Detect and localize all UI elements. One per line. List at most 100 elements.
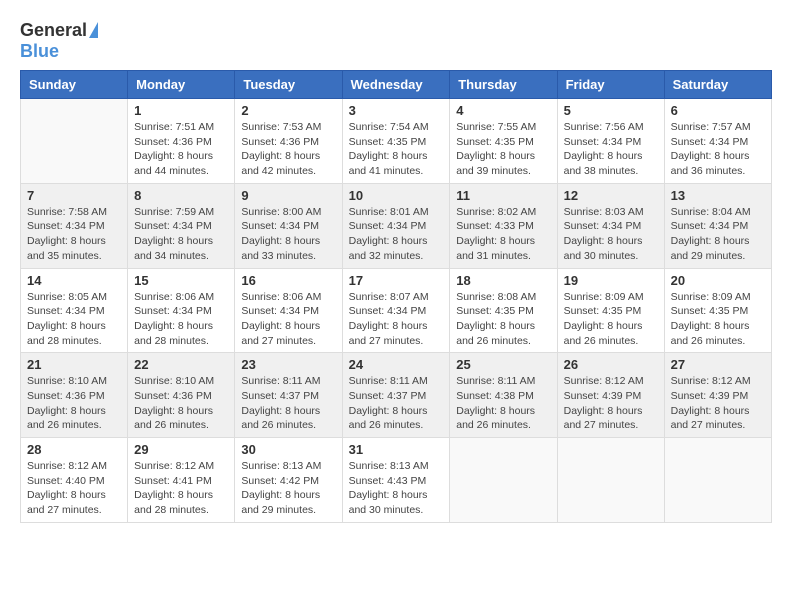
day-number: 14 [27, 273, 121, 288]
day-number: 23 [241, 357, 335, 372]
calendar-day: 15Sunrise: 8:06 AMSunset: 4:34 PMDayligh… [128, 268, 235, 353]
column-header-sunday: Sunday [21, 71, 128, 99]
calendar-day [21, 99, 128, 184]
day-info: Sunrise: 8:03 AMSunset: 4:34 PMDaylight:… [564, 205, 658, 264]
day-info: Sunrise: 7:55 AMSunset: 4:35 PMDaylight:… [456, 120, 550, 179]
header: General Blue [20, 20, 772, 62]
calendar-table: SundayMondayTuesdayWednesdayThursdayFrid… [20, 70, 772, 523]
day-number: 19 [564, 273, 658, 288]
calendar-day: 25 Sunrise: 8:11 AMSunset: 4:38 PMDayligh… [450, 353, 557, 438]
day-number: 5 [564, 103, 658, 118]
calendar-day: 22 Sunrise: 8:10 AMSunset: 4:36 PMDayligh… [128, 353, 235, 438]
day-number: 9 [241, 188, 335, 203]
calendar-day: 24 Sunrise: 8:11 AMSunset: 4:37 PMDayligh… [342, 353, 450, 438]
column-header-friday: Friday [557, 71, 664, 99]
calendar-day: 3 Sunrise: 7:54 AMSunset: 4:35 PMDaylight… [342, 99, 450, 184]
day-info: Sunrise: 7:59 AMSunset: 4:34 PMDaylight:… [134, 205, 228, 264]
day-number: 3 [349, 103, 444, 118]
logo-blue-text: Blue [20, 41, 59, 62]
calendar-day: 19Sunrise: 8:09 AMSunset: 4:35 PMDayligh… [557, 268, 664, 353]
calendar-day: 7Sunrise: 7:58 AMSunset: 4:34 PMDaylight… [21, 183, 128, 268]
calendar-week-1: 1 Sunrise: 7:51 AMSunset: 4:36 PMDaylight… [21, 99, 772, 184]
day-number: 17 [349, 273, 444, 288]
day-number: 12 [564, 188, 658, 203]
calendar-day: 14 Sunrise: 8:05 AMSunset: 4:34 PMDayligh… [21, 268, 128, 353]
calendar-week-5: 28 Sunrise: 8:12 AMSunset: 4:40 PMDayligh… [21, 438, 772, 523]
calendar-day: 23 Sunrise: 8:11 AMSunset: 4:37 PMDayligh… [235, 353, 342, 438]
calendar-day: 2 Sunrise: 7:53 AMSunset: 4:36 PMDaylight… [235, 99, 342, 184]
day-number: 21 [27, 357, 121, 372]
day-number: 10 [349, 188, 444, 203]
day-number: 18 [456, 273, 550, 288]
day-number: 6 [671, 103, 765, 118]
day-number: 2 [241, 103, 335, 118]
day-info: Sunrise: 8:00 AMSunset: 4:34 PMDaylight:… [241, 205, 335, 264]
calendar-day: 28 Sunrise: 8:12 AMSunset: 4:40 PMDayligh… [21, 438, 128, 523]
day-number: 13 [671, 188, 765, 203]
day-number: 11 [456, 188, 550, 203]
day-info: Sunrise: 8:13 AMSunset: 4:42 PMDaylight:… [241, 459, 335, 518]
day-info: Sunrise: 8:11 AMSunset: 4:37 PMDaylight:… [241, 374, 335, 433]
logo: General Blue [20, 20, 98, 62]
day-info: Sunrise: 8:10 AMSunset: 4:36 PMDaylight:… [134, 374, 228, 433]
day-info: Sunrise: 8:06 AMSunset: 4:34 PMDaylight:… [241, 290, 335, 349]
column-header-tuesday: Tuesday [235, 71, 342, 99]
day-info: Sunrise: 7:53 AMSunset: 4:36 PMDaylight:… [241, 120, 335, 179]
calendar-day: 10 Sunrise: 8:01 AMSunset: 4:34 PMDayligh… [342, 183, 450, 268]
day-info: Sunrise: 8:05 AMSunset: 4:34 PMDaylight:… [27, 290, 121, 349]
calendar-day: 31Sunrise: 8:13 AMSunset: 4:43 PMDayligh… [342, 438, 450, 523]
column-header-wednesday: Wednesday [342, 71, 450, 99]
day-number: 1 [134, 103, 228, 118]
day-number: 4 [456, 103, 550, 118]
calendar-day: 30 Sunrise: 8:13 AMSunset: 4:42 PMDayligh… [235, 438, 342, 523]
calendar-day: 5 Sunrise: 7:56 AMSunset: 4:34 PMDaylight… [557, 99, 664, 184]
day-number: 24 [349, 357, 444, 372]
calendar-week-3: 14 Sunrise: 8:05 AMSunset: 4:34 PMDayligh… [21, 268, 772, 353]
calendar-day: 18 Sunrise: 8:08 AMSunset: 4:35 PMDayligh… [450, 268, 557, 353]
calendar-day: 12 Sunrise: 8:03 AMSunset: 4:34 PMDayligh… [557, 183, 664, 268]
calendar-day: 9 Sunrise: 8:00 AMSunset: 4:34 PMDaylight… [235, 183, 342, 268]
day-info: Sunrise: 7:57 AMSunset: 4:34 PMDaylight:… [671, 120, 765, 179]
day-number: 25 [456, 357, 550, 372]
day-info: Sunrise: 7:56 AMSunset: 4:34 PMDaylight:… [564, 120, 658, 179]
day-info: Sunrise: 8:11 AMSunset: 4:37 PMDaylight:… [349, 374, 444, 433]
day-info: Sunrise: 8:12 AMSunset: 4:40 PMDaylight:… [27, 459, 121, 518]
day-number: 30 [241, 442, 335, 457]
day-number: 31 [349, 442, 444, 457]
day-info: Sunrise: 8:08 AMSunset: 4:35 PMDaylight:… [456, 290, 550, 349]
logo-arrow-icon [89, 22, 98, 38]
calendar-day [664, 438, 771, 523]
calendar-day: 4 Sunrise: 7:55 AMSunset: 4:35 PMDaylight… [450, 99, 557, 184]
calendar-day: 26Sunrise: 8:12 AMSunset: 4:39 PMDayligh… [557, 353, 664, 438]
day-number: 20 [671, 273, 765, 288]
calendar-day [450, 438, 557, 523]
calendar-day: 27Sunrise: 8:12 AMSunset: 4:39 PMDayligh… [664, 353, 771, 438]
day-info: Sunrise: 8:12 AMSunset: 4:39 PMDaylight:… [671, 374, 765, 433]
day-number: 28 [27, 442, 121, 457]
day-number: 15 [134, 273, 228, 288]
calendar-day: 17 Sunrise: 8:07 AMSunset: 4:34 PMDayligh… [342, 268, 450, 353]
day-info: Sunrise: 7:58 AMSunset: 4:34 PMDaylight:… [27, 205, 121, 264]
calendar-day: 11 Sunrise: 8:02 AMSunset: 4:33 PMDayligh… [450, 183, 557, 268]
day-info: Sunrise: 8:11 AMSunset: 4:38 PMDaylight:… [456, 374, 550, 433]
calendar-day [557, 438, 664, 523]
day-info: Sunrise: 8:07 AMSunset: 4:34 PMDaylight:… [349, 290, 444, 349]
calendar-day: 6 Sunrise: 7:57 AMSunset: 4:34 PMDaylight… [664, 99, 771, 184]
day-number: 29 [134, 442, 228, 457]
calendar-day: 8Sunrise: 7:59 AMSunset: 4:34 PMDaylight… [128, 183, 235, 268]
day-info: Sunrise: 8:09 AMSunset: 4:35 PMDaylight:… [671, 290, 765, 349]
day-info: Sunrise: 8:10 AMSunset: 4:36 PMDaylight:… [27, 374, 121, 433]
day-number: 26 [564, 357, 658, 372]
calendar-day: 29Sunrise: 8:12 AMSunset: 4:41 PMDayligh… [128, 438, 235, 523]
calendar-week-4: 21 Sunrise: 8:10 AMSunset: 4:36 PMDayligh… [21, 353, 772, 438]
calendar-day: 13Sunrise: 8:04 AMSunset: 4:34 PMDayligh… [664, 183, 771, 268]
day-number: 22 [134, 357, 228, 372]
day-info: Sunrise: 8:01 AMSunset: 4:34 PMDaylight:… [349, 205, 444, 264]
day-info: Sunrise: 7:51 AMSunset: 4:36 PMDaylight:… [134, 120, 228, 179]
day-number: 16 [241, 273, 335, 288]
calendar-header-row: SundayMondayTuesdayWednesdayThursdayFrid… [21, 71, 772, 99]
calendar-week-2: 7Sunrise: 7:58 AMSunset: 4:34 PMDaylight… [21, 183, 772, 268]
day-info: Sunrise: 8:02 AMSunset: 4:33 PMDaylight:… [456, 205, 550, 264]
day-info: Sunrise: 7:54 AMSunset: 4:35 PMDaylight:… [349, 120, 444, 179]
column-header-monday: Monday [128, 71, 235, 99]
